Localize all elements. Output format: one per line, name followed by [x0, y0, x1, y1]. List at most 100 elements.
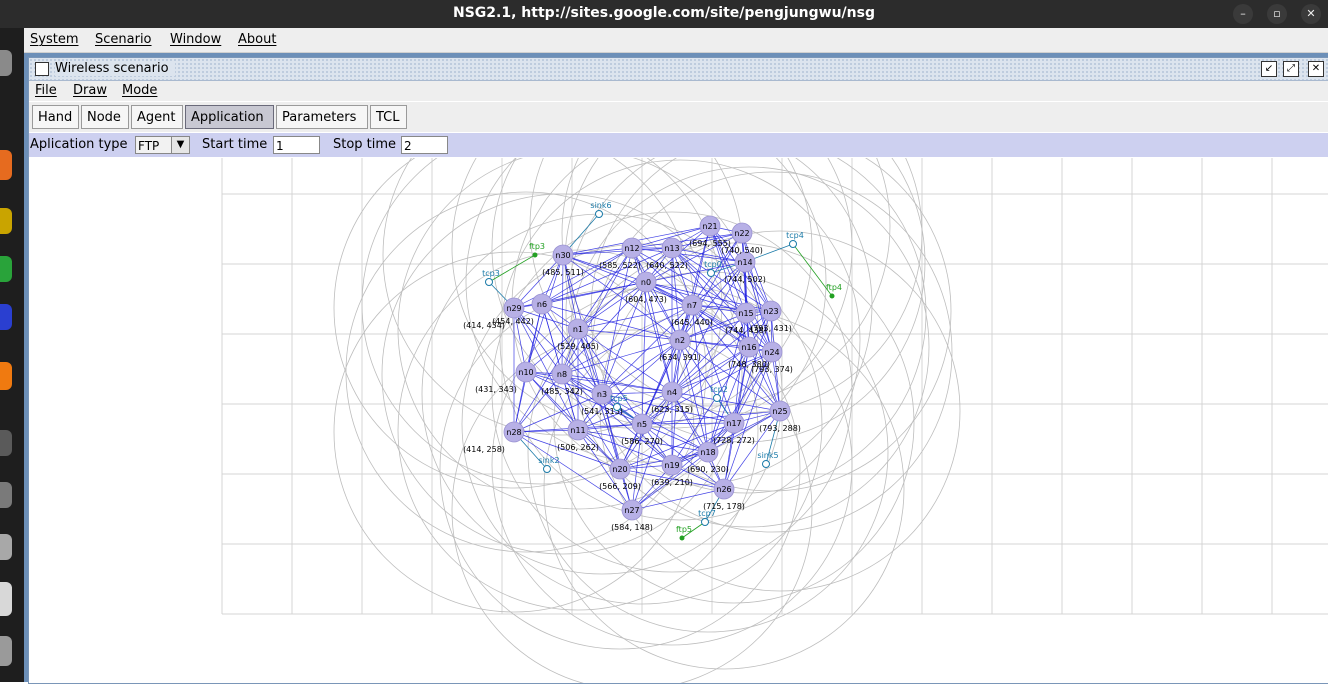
node-coords: (485, 511)	[542, 268, 584, 277]
dock-app-icon[interactable]	[0, 430, 12, 456]
agent-tcp4[interactable]: tcp4	[786, 231, 804, 248]
dock-app-icon[interactable]	[0, 482, 12, 508]
agent-marker[interactable]	[543, 465, 551, 473]
node-coords: (623, 315)	[651, 405, 693, 414]
node-coords: (414, 434)	[463, 321, 505, 330]
node-coords: (634, 391)	[659, 353, 701, 362]
start-time-input[interactable]: 1	[273, 136, 320, 154]
menu-file[interactable]: File	[35, 83, 57, 98]
desktop-dock	[0, 28, 24, 682]
node-coords: (793, 431)	[750, 324, 792, 333]
node-coords: (529, 405)	[557, 342, 599, 351]
desktop-pane: Wireless scenario ↙ ⤢ ✕ File Draw Mode H…	[24, 45, 1328, 687]
node-n0[interactable]: n0 (604, 473)	[625, 271, 667, 304]
node-coords: (584, 148)	[611, 523, 653, 532]
frame-iconify-icon[interactable]: ↙	[1261, 61, 1277, 77]
node-coords: (639, 210)	[651, 478, 693, 487]
node-label: n18	[700, 448, 715, 457]
menu-window[interactable]: Window	[170, 32, 221, 47]
agent-marker[interactable]	[707, 269, 715, 277]
node-coords: (506, 262)	[557, 443, 599, 452]
dock-app-icon[interactable]	[0, 582, 12, 616]
internal-frame-title-bar[interactable]: Wireless scenario ↙ ⤢ ✕	[29, 58, 1328, 81]
agent-marker[interactable]	[613, 403, 621, 411]
topology-canvas[interactable]: n0 (604, 473) n1 (529, 405) n2 (634, 391) n3 (5…	[29, 45, 1328, 687]
agent-marker[interactable]	[701, 518, 709, 526]
node-label: n22	[734, 229, 749, 238]
frame-maximize-icon[interactable]: ⤢	[1283, 61, 1299, 77]
tab-agent[interactable]: Agent	[131, 105, 183, 129]
minimize-button[interactable]: –	[1233, 4, 1253, 24]
agent-label: tcp7	[698, 509, 716, 518]
topology-svg[interactable]: n0 (604, 473) n1 (529, 405) n2 (634, 391) n3 (5…	[29, 45, 1328, 687]
tab-application[interactable]: Application	[185, 105, 274, 129]
node-label: n14	[737, 258, 752, 267]
agent-ftp3[interactable]: ftp3	[529, 242, 545, 258]
agent-tcp3[interactable]: tcp3	[482, 269, 500, 286]
node-label: n3	[597, 390, 607, 399]
agent-sink2[interactable]: sink2	[538, 456, 560, 473]
agent-marker[interactable]	[485, 278, 493, 286]
tab-hand[interactable]: Hand	[32, 105, 79, 129]
agent-marker[interactable]	[713, 394, 721, 402]
internal-frame-wireless-scenario: Wireless scenario ↙ ⤢ ✕ File Draw Mode H…	[28, 45, 1328, 687]
dock-app-icon[interactable]	[0, 256, 12, 282]
node-coords: (793, 374)	[751, 365, 793, 374]
node-coords: (566, 209)	[599, 482, 641, 491]
node-label: n19	[664, 461, 679, 470]
dock-app-icon[interactable]	[0, 534, 12, 560]
agent-label: tcp5	[610, 394, 628, 403]
agent-ftp4[interactable]: ftp4	[826, 283, 842, 299]
tab-tcl[interactable]: TCL	[370, 105, 407, 129]
agent-marker[interactable]	[679, 535, 685, 541]
menu-system[interactable]: System	[30, 32, 78, 47]
agent-ftp5[interactable]: ftp5	[676, 525, 692, 541]
stop-time-label: Stop time	[333, 137, 397, 152]
node-n10[interactable]: n10(431, 343)	[475, 361, 537, 394]
node-coords: (485, 342)	[541, 387, 583, 396]
node-n21[interactable]: n21(694, 555)	[689, 215, 731, 248]
node-label: n6	[537, 300, 547, 309]
window-title: NSG2.1, http://sites.google.com/site/pen…	[453, 5, 875, 21]
frame-window-icon	[35, 62, 49, 76]
stop-time-input[interactable]: 2	[401, 136, 448, 154]
node-label: n10	[518, 368, 533, 377]
maximize-button[interactable]: ▫	[1267, 4, 1287, 24]
application-type-select[interactable]: FTP	[135, 136, 172, 154]
firefox-icon[interactable]	[0, 150, 12, 180]
agent-marker[interactable]	[762, 460, 770, 468]
agent-label: sink6	[590, 201, 611, 210]
node-label: n28	[506, 428, 521, 437]
tab-parameters[interactable]: Parameters	[276, 105, 368, 129]
menu-scenario[interactable]: Scenario	[95, 32, 152, 47]
dock-app-icon[interactable]	[0, 636, 12, 666]
dock-app-icon[interactable]	[0, 304, 12, 330]
agent-marker[interactable]	[595, 210, 603, 218]
menu-about[interactable]: About	[238, 32, 276, 47]
agent-sink5[interactable]: sink5	[757, 451, 779, 468]
node-label: n5	[637, 420, 647, 429]
menu-mode[interactable]: Mode	[122, 83, 157, 98]
tab-node[interactable]: Node	[81, 105, 129, 129]
node-label: n1	[573, 325, 583, 334]
dock-app-icon[interactable]	[0, 50, 12, 76]
node-label: n0	[641, 278, 651, 287]
agent-marker[interactable]	[829, 293, 835, 299]
dock-app-icon[interactable]	[0, 208, 12, 234]
application-type-label: Aplication type	[30, 137, 128, 152]
agent-marker[interactable]	[789, 240, 797, 248]
node-coords: (586, 270)	[621, 437, 663, 446]
node-label: n7	[687, 301, 697, 310]
node-label: n13	[664, 244, 679, 253]
node-coords: (728, 272)	[713, 436, 755, 445]
close-button[interactable]: ✕	[1301, 4, 1321, 24]
node-label: n17	[726, 419, 741, 428]
frame-close-icon[interactable]: ✕	[1308, 61, 1324, 77]
node-label: n21	[702, 222, 717, 231]
agent-marker[interactable]	[532, 252, 538, 258]
agent-sink6[interactable]: sink6	[590, 201, 612, 218]
menu-draw[interactable]: Draw	[73, 83, 107, 98]
chevron-down-icon[interactable]: ▼	[171, 136, 190, 154]
dock-app-icon[interactable]	[0, 362, 12, 390]
start-time-label: Start time	[202, 137, 268, 152]
